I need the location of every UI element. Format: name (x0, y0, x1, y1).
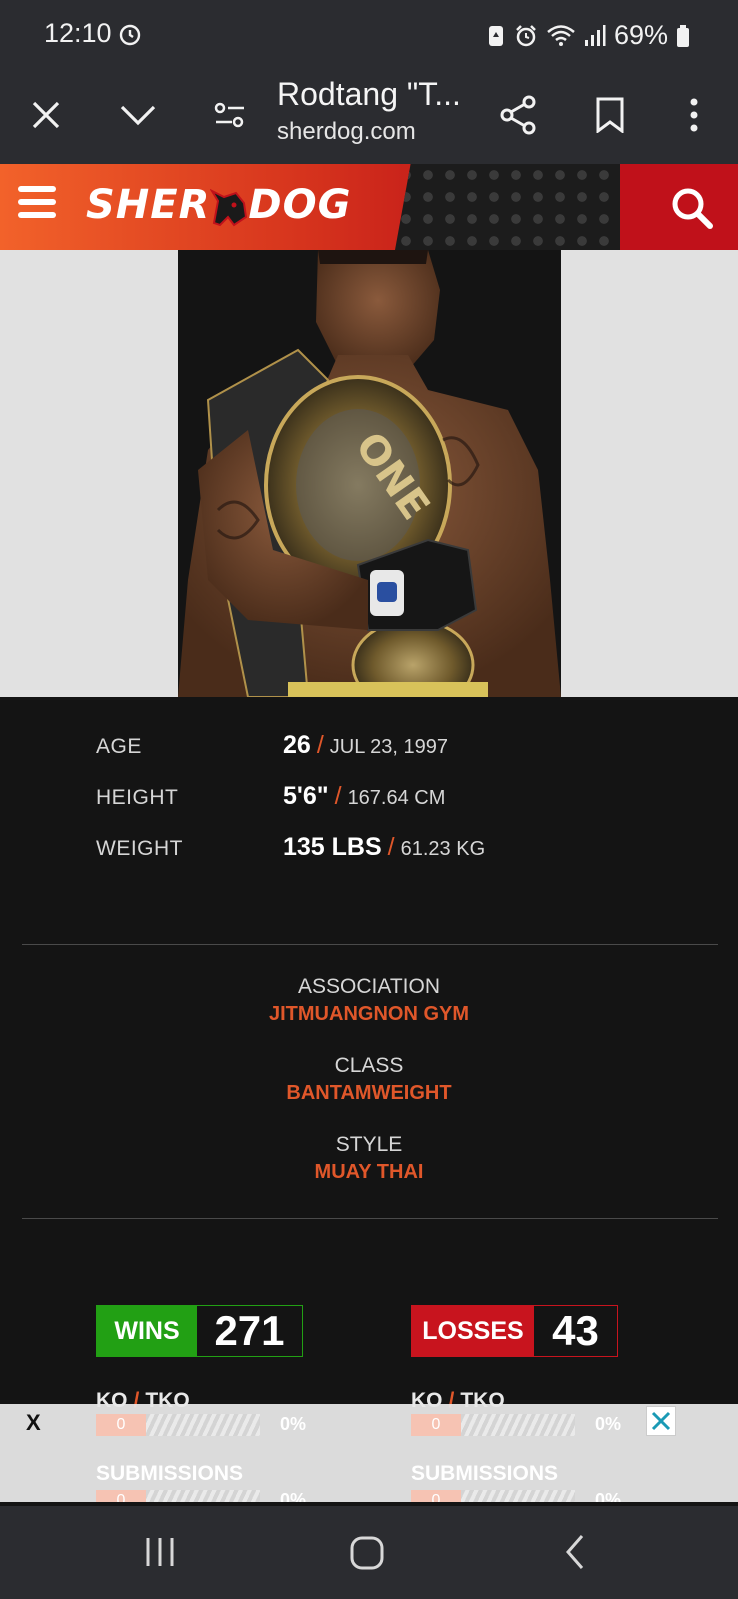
divider (22, 1218, 718, 1219)
association-link[interactable]: JITMUANGNON GYM (0, 1003, 738, 1026)
ad-dismiss-button[interactable]: X (26, 1410, 41, 1436)
separator: / (334, 782, 342, 810)
data-saver-icon (488, 25, 503, 46)
page-domain[interactable]: sherdog.com (277, 118, 416, 146)
timer-icon (119, 24, 141, 46)
bar-track (146, 1414, 260, 1436)
battery-icon (677, 24, 689, 47)
tune-icon (214, 102, 244, 128)
share-button[interactable] (488, 66, 548, 164)
weight-kg: 61.23 KG (400, 838, 486, 860)
close-icon (32, 101, 60, 129)
separator: / (387, 833, 395, 861)
height-value: 5'6"/167.64 CM (283, 782, 445, 811)
wins-count: 271 (197, 1306, 302, 1356)
recents-icon (146, 1538, 174, 1566)
menu-button[interactable] (18, 186, 58, 226)
bookmark-button[interactable] (580, 66, 640, 164)
back-icon (566, 1535, 584, 1569)
logo-text-left: SHER (86, 182, 211, 228)
wins-box: WINS 271 (96, 1305, 303, 1357)
weight-value: 135 LBS/61.23 KG (283, 833, 485, 862)
losses-count: 43 (534, 1306, 617, 1356)
site-settings-button[interactable] (200, 66, 260, 164)
class-link[interactable]: BANTAMWEIGHT (0, 1082, 738, 1105)
close-icon (651, 1411, 671, 1431)
search-icon (672, 188, 713, 229)
close-tab-button[interactable] (16, 66, 76, 164)
dog-head-icon (210, 188, 248, 227)
losses-sub-bar: 0 0% (411, 1488, 641, 1502)
ad-overlay: X 0 0% 0 0% SUBMISSIONS SUBMISSIONS 0 0%… (0, 1404, 738, 1502)
bar-track (461, 1490, 575, 1502)
fighter-photo-area: ONE (0, 250, 738, 697)
age-value: 26/JUL 23, 1997 (283, 731, 448, 760)
recents-button[interactable] (140, 1532, 180, 1572)
logo-text-right: DOG (248, 182, 352, 228)
style-value: MUAY THAI (314, 1161, 424, 1183)
battery-percent: 69% (613, 20, 668, 50)
bar-count: 0 (96, 1414, 146, 1436)
fighter-info: AGE 26/JUL 23, 1997 HEIGHT 5'6"/167.64 C… (0, 697, 738, 1412)
wins-ko-bar: 0 0% (96, 1412, 326, 1438)
chevron-down-icon (120, 105, 156, 126)
losses-box: LOSSES 43 (411, 1305, 618, 1357)
bar-percent: 0% (595, 1414, 622, 1434)
height-ft: 5'6" (283, 782, 329, 810)
browser-toolbar: Rodtang "T... sherdog.com (0, 66, 738, 164)
page-title[interactable]: Rodtang "T... (277, 76, 461, 113)
bar-count: 0 (411, 1490, 461, 1502)
home-button[interactable] (346, 1532, 388, 1574)
bar-count: 0 (411, 1414, 461, 1436)
class-label: CLASS (334, 1054, 404, 1077)
status-time: 12:10 (44, 18, 112, 48)
losses-ko-bar: 0 0% (411, 1412, 641, 1438)
sherdog-logo[interactable]: SHER DOG (86, 182, 351, 228)
separator: / (316, 731, 324, 759)
height-cm: 167.64 CM (347, 787, 446, 809)
ad-close-button[interactable] (646, 1406, 676, 1436)
age-label: AGE (96, 735, 142, 758)
more-options-button[interactable] (664, 66, 724, 164)
minimize-button[interactable] (108, 66, 168, 164)
alarm-icon (516, 24, 536, 46)
height-label: HEIGHT (96, 786, 179, 809)
wins-sub-bar: 0 0% (96, 1488, 326, 1502)
wifi-icon (547, 24, 575, 46)
association-label: ASSOCIATION (298, 975, 440, 998)
signal-icon (584, 24, 606, 46)
bar-percent: 0% (280, 1490, 307, 1502)
weight-label: WEIGHT (96, 837, 183, 860)
bar-percent: 0% (595, 1490, 622, 1502)
menu-icon-bar (18, 199, 56, 205)
weight-lbs: 135 LBS (283, 833, 382, 861)
divider (22, 944, 718, 945)
status-bar: 12:10 69% (0, 0, 738, 66)
losses-submissions-heading: SUBMISSIONS (411, 1462, 559, 1485)
bar-count: 0 (96, 1490, 146, 1502)
age-number: 26 (283, 731, 311, 759)
wins-label: WINS (97, 1306, 197, 1356)
bookmark-icon (596, 97, 624, 133)
fighter-image: ONE (178, 250, 561, 697)
back-button[interactable] (560, 1532, 590, 1572)
menu-icon-bar (18, 186, 56, 192)
date-of-birth: JUL 23, 1997 (329, 736, 448, 758)
menu-icon-bar (18, 212, 56, 218)
header-cage-pattern (395, 164, 655, 250)
bar-track (461, 1414, 575, 1436)
losses-label: LOSSES (412, 1306, 534, 1356)
more-vert-icon (690, 98, 698, 132)
wins-submissions-heading: SUBMISSIONS (96, 1462, 244, 1485)
bar-percent: 0% (280, 1414, 307, 1434)
style-label: STYLE (335, 1133, 403, 1156)
status-icons: 69% (486, 20, 690, 51)
system-nav-bar (0, 1506, 738, 1599)
share-icon (500, 95, 536, 135)
site-search-button[interactable] (668, 184, 716, 232)
bar-track (146, 1490, 260, 1502)
site-header: SHER DOG (0, 164, 738, 250)
fighter-photo: ONE (178, 250, 561, 697)
home-icon (350, 1536, 384, 1570)
